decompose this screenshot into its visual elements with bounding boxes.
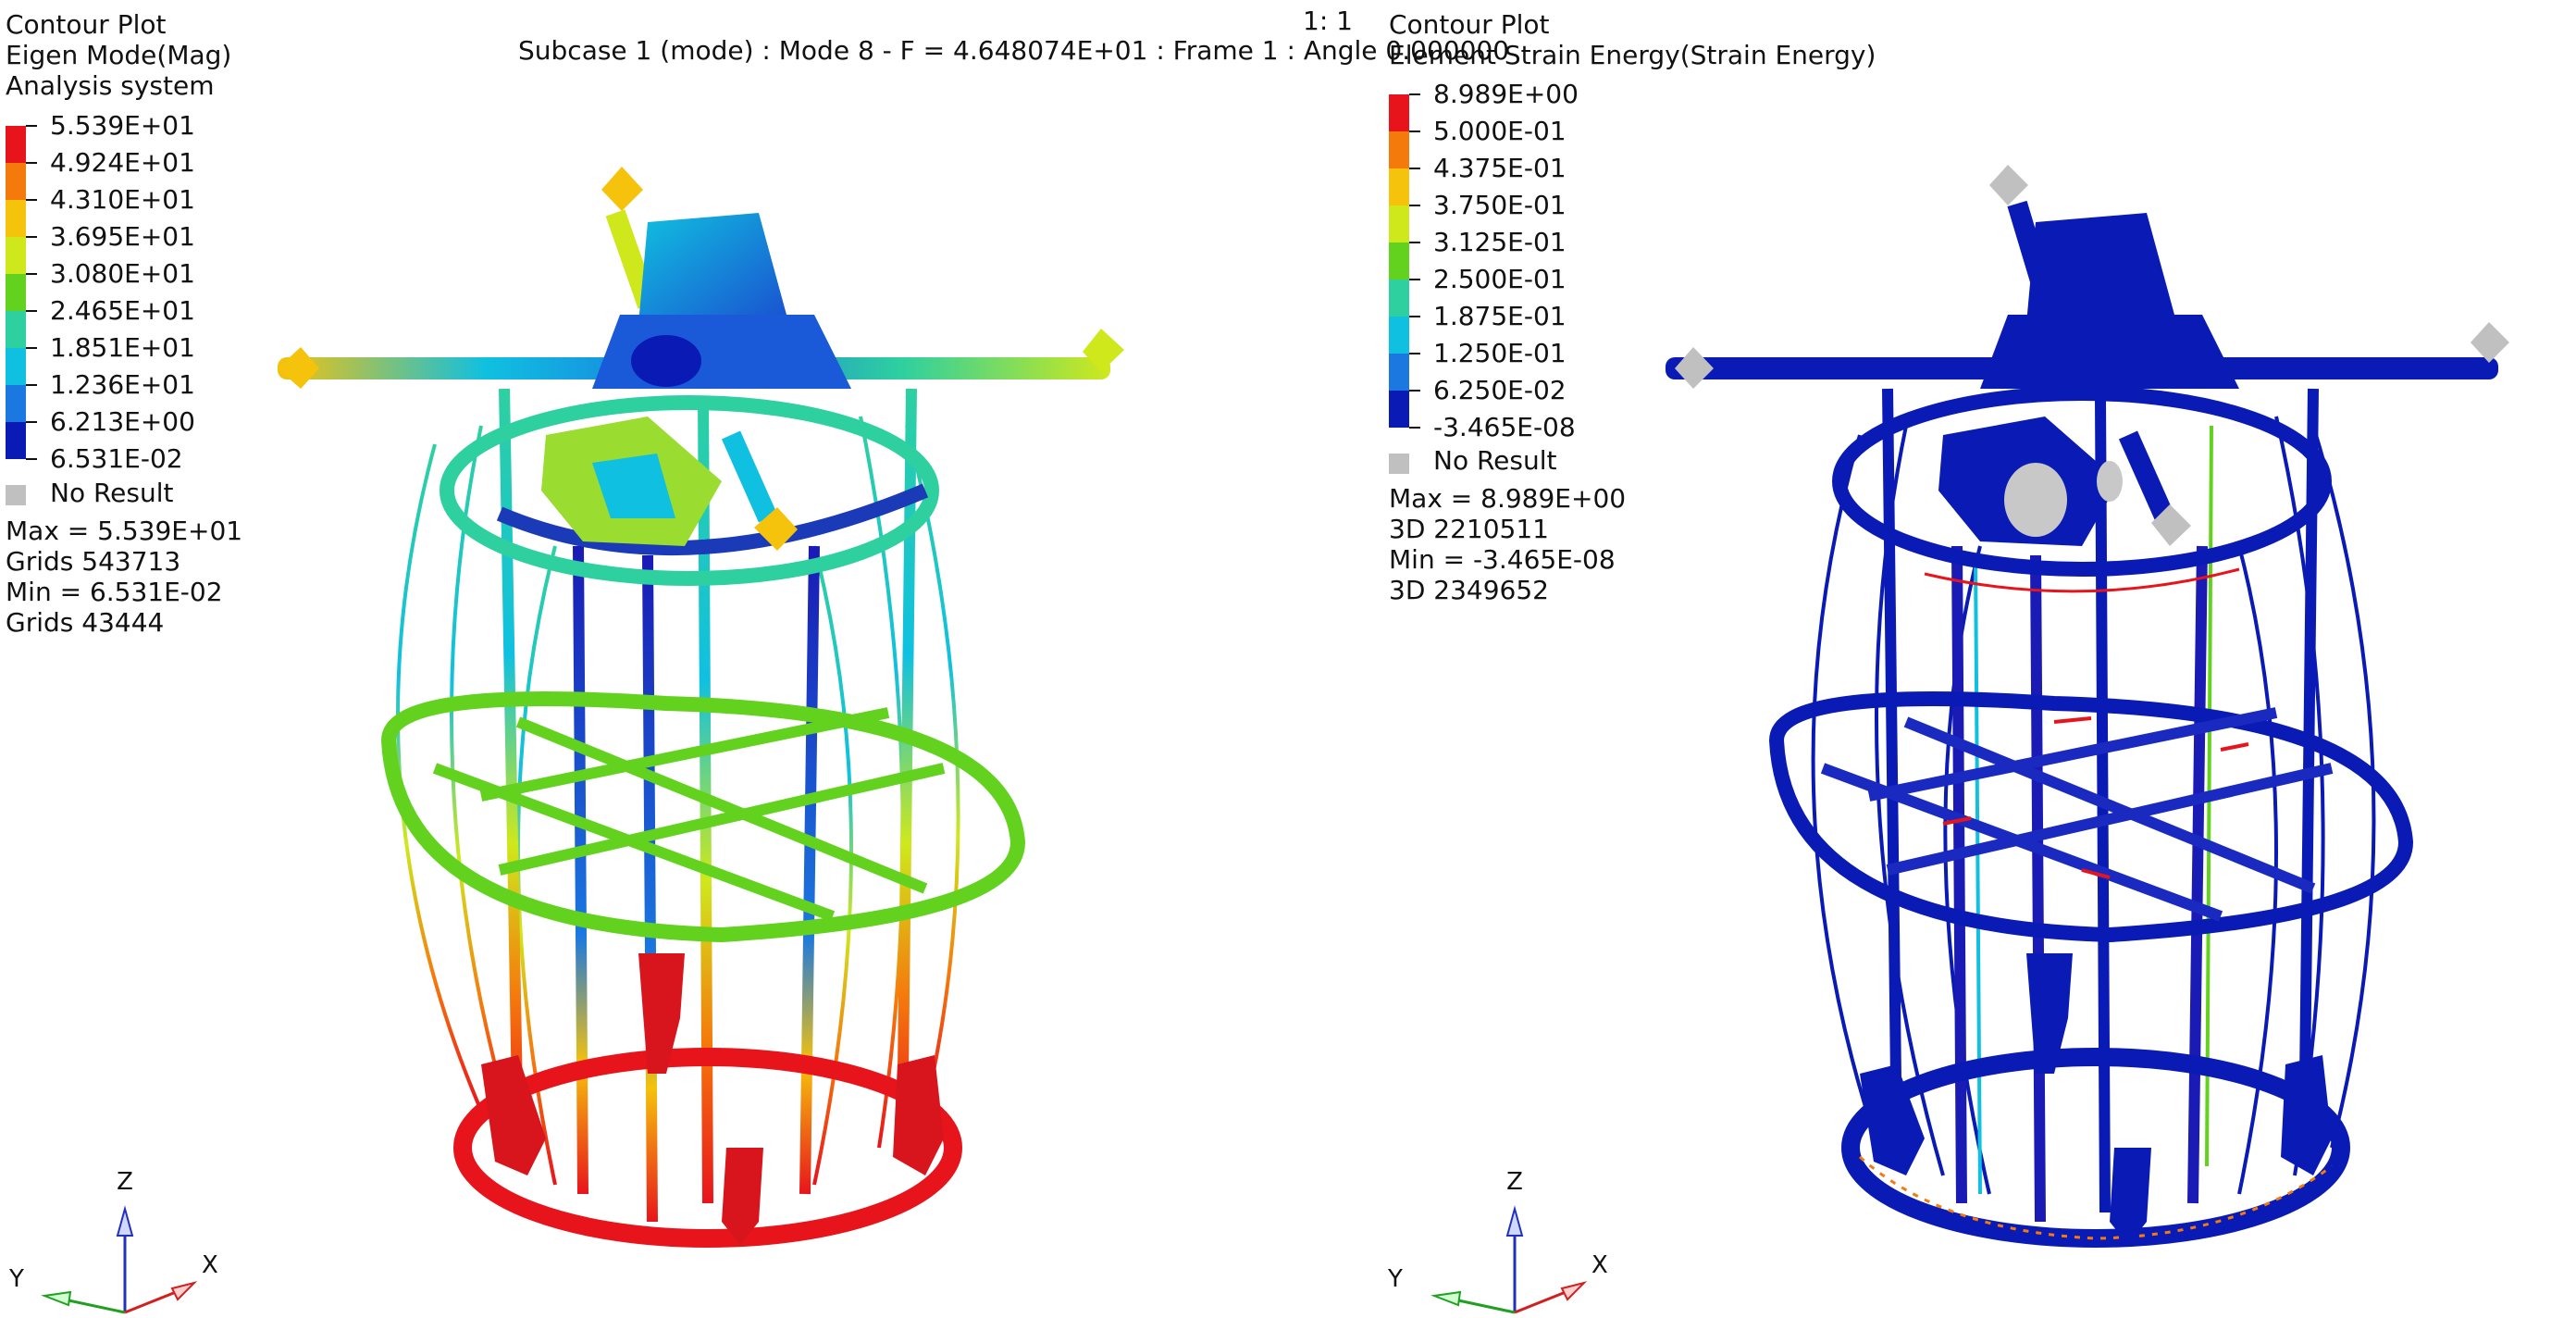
right-lower-brackets bbox=[1860, 953, 2332, 1245]
left-axis-x-label: X bbox=[202, 1251, 218, 1279]
right-model-strain-energy bbox=[1666, 165, 2509, 1248]
left-axis-z-label: Z bbox=[117, 1168, 133, 1196]
right-hub bbox=[1938, 213, 2239, 546]
right-axis-y-label: Y bbox=[1387, 1265, 1403, 1293]
right-axis-triad: Z Y X bbox=[1387, 1168, 1608, 1314]
right-lower-ring bbox=[1841, 1048, 2350, 1248]
right-axis-z-label: Z bbox=[1506, 1168, 1523, 1196]
left-axis-y-label: Y bbox=[8, 1265, 24, 1293]
right-axis-x-label: X bbox=[1591, 1251, 1608, 1279]
left-model-mode-shape bbox=[278, 167, 1124, 1248]
left-axis-triad: Z Y X bbox=[8, 1168, 218, 1314]
viewport-graphics[interactable]: Z Y X Z Y X bbox=[0, 0, 2576, 1318]
